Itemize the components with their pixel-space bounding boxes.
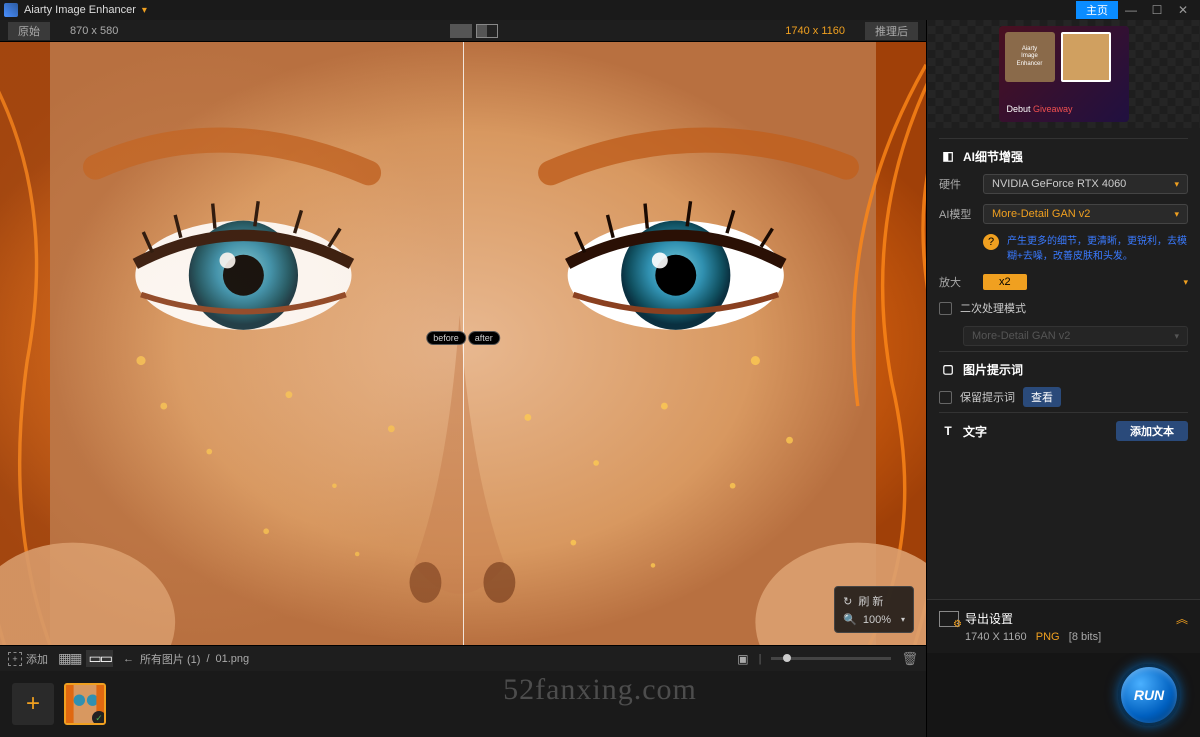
output-dimensions: 1740 x 1160 xyxy=(785,25,845,37)
enhance-icon: ◧ xyxy=(939,147,957,165)
list-view-button[interactable]: ▭▭ xyxy=(86,650,112,667)
minimize-button[interactable]: — xyxy=(1118,3,1144,17)
info-bar: 原始 870 x 580 1740 x 1160 推理后 xyxy=(0,20,926,42)
breadcrumb: ← 所有图片 (1) / 01.png xyxy=(123,651,249,667)
delete-button[interactable]: 🗑 xyxy=(901,651,918,667)
title-chevron-icon[interactable]: ▾ xyxy=(142,5,147,16)
breadcrumb-folder[interactable]: 所有图片 (1) xyxy=(140,651,201,667)
check-icon: ✓ xyxy=(92,711,106,725)
export-bits: [8 bits] xyxy=(1069,631,1101,643)
keep-prompt-label: 保留提示词 xyxy=(960,389,1015,405)
refresh-icon: ↻ xyxy=(843,595,852,608)
compare-mode-split[interactable] xyxy=(476,24,498,38)
bottom-toolbar: + 添加 ▦▦ ▭▭ ← 所有图片 (1) / 01.png ▣ | 🗑 xyxy=(0,645,926,671)
thumbnail-strip: + ✓ xyxy=(0,671,926,737)
split-labels: before after xyxy=(426,331,500,345)
zoom-value-button[interactable]: x2 xyxy=(983,274,1027,290)
section-prompt: ▢ 图片提示词 xyxy=(939,351,1188,382)
keep-prompt-checkbox[interactable] xyxy=(939,391,952,404)
after-label: 推理后 xyxy=(865,22,918,40)
add-image-button[interactable]: + 添加 xyxy=(8,651,48,667)
expand-export-icon[interactable]: ︽ xyxy=(1176,610,1188,627)
before-chip: before xyxy=(426,331,466,345)
titlebar: Aiarty Image Enhancer ▾ 主页 — ☐ ✕ xyxy=(0,0,1200,20)
chevron-down-icon: ▾ xyxy=(1174,209,1179,220)
home-button[interactable]: 主页 xyxy=(1076,1,1118,19)
secondary-model-dropdown: More-Detail GAN v2▾ xyxy=(963,326,1188,346)
viewport-tools: ↻刷 新 🔍100%▾ xyxy=(834,586,914,633)
prompt-icon: ▢ xyxy=(939,360,957,378)
export-icon xyxy=(939,611,959,627)
zoom-icon: 🔍 xyxy=(843,613,857,626)
model-description: 产生更多的细节，更清晰，更锐利，去模糊+去噪，改善皮肤和头发。 xyxy=(1007,234,1188,264)
hardware-dropdown[interactable]: NVIDIA GeForce RTX 4060▾ xyxy=(983,174,1188,194)
text-icon: T xyxy=(939,422,957,440)
chevron-down-icon: ▾ xyxy=(901,615,905,624)
export-dimensions: 1740 X 1160 xyxy=(965,631,1027,643)
export-title: 导出设置 xyxy=(965,610,1013,627)
chevron-down-icon[interactable]: ▾ xyxy=(1183,277,1188,288)
maximize-button[interactable]: ☐ xyxy=(1144,3,1170,17)
thumbnail-size-icon: ▣ xyxy=(737,652,748,666)
thumbnail-size-slider[interactable] xyxy=(771,657,891,660)
breadcrumb-file: 01.png xyxy=(216,653,250,665)
promo-banner[interactable]: AiartyImageEnhancer Debut Giveaway xyxy=(927,20,1200,128)
add-text-button[interactable]: 添加文本 xyxy=(1116,421,1188,441)
original-dimensions: 870 x 580 xyxy=(70,25,118,37)
app-title: Aiarty Image Enhancer xyxy=(24,4,136,16)
export-section: 导出设置 ︽ 1740 X 1160 PNG [8 bits] xyxy=(927,599,1200,653)
secondary-label: 二次处理模式 xyxy=(960,300,1026,316)
back-arrow-icon[interactable]: ← xyxy=(123,653,134,665)
run-button[interactable]: RUN xyxy=(1118,664,1180,726)
compare-mode-single[interactable] xyxy=(450,24,472,38)
refresh-button[interactable]: ↻刷 新 xyxy=(843,591,905,611)
model-label: AI模型 xyxy=(939,206,975,222)
chevron-down-icon: ▾ xyxy=(1174,179,1179,190)
help-icon[interactable]: ? xyxy=(983,234,999,250)
section-text: T 文字 添加文本 xyxy=(939,412,1188,445)
settings-panel: AiartyImageEnhancer Debut Giveaway ◧ AI细… xyxy=(926,20,1200,737)
original-label: 原始 xyxy=(8,22,50,40)
zoom-control[interactable]: 🔍100%▾ xyxy=(843,611,905,628)
export-format: PNG xyxy=(1036,631,1060,643)
app-logo-icon xyxy=(4,3,18,17)
thumbnail-item[interactable]: ✓ xyxy=(64,683,106,725)
add-tile-button[interactable]: + xyxy=(12,683,54,725)
plus-icon: + xyxy=(8,652,22,666)
zoom-label: 放大 xyxy=(939,274,975,290)
secondary-checkbox[interactable] xyxy=(939,302,952,315)
hardware-label: 硬件 xyxy=(939,176,975,192)
view-prompt-button[interactable]: 查看 xyxy=(1023,387,1061,407)
run-area: RUN xyxy=(927,653,1200,737)
after-chip: after xyxy=(468,331,500,345)
model-dropdown[interactable]: More-Detail GAN v2▾ xyxy=(983,204,1188,224)
close-button[interactable]: ✕ xyxy=(1170,3,1196,17)
section-ai-detail: ◧ AI细节增强 xyxy=(939,138,1188,169)
image-viewport[interactable]: before after ↻刷 新 🔍100%▾ xyxy=(0,42,926,645)
grid-view-button[interactable]: ▦▦ xyxy=(58,650,80,667)
